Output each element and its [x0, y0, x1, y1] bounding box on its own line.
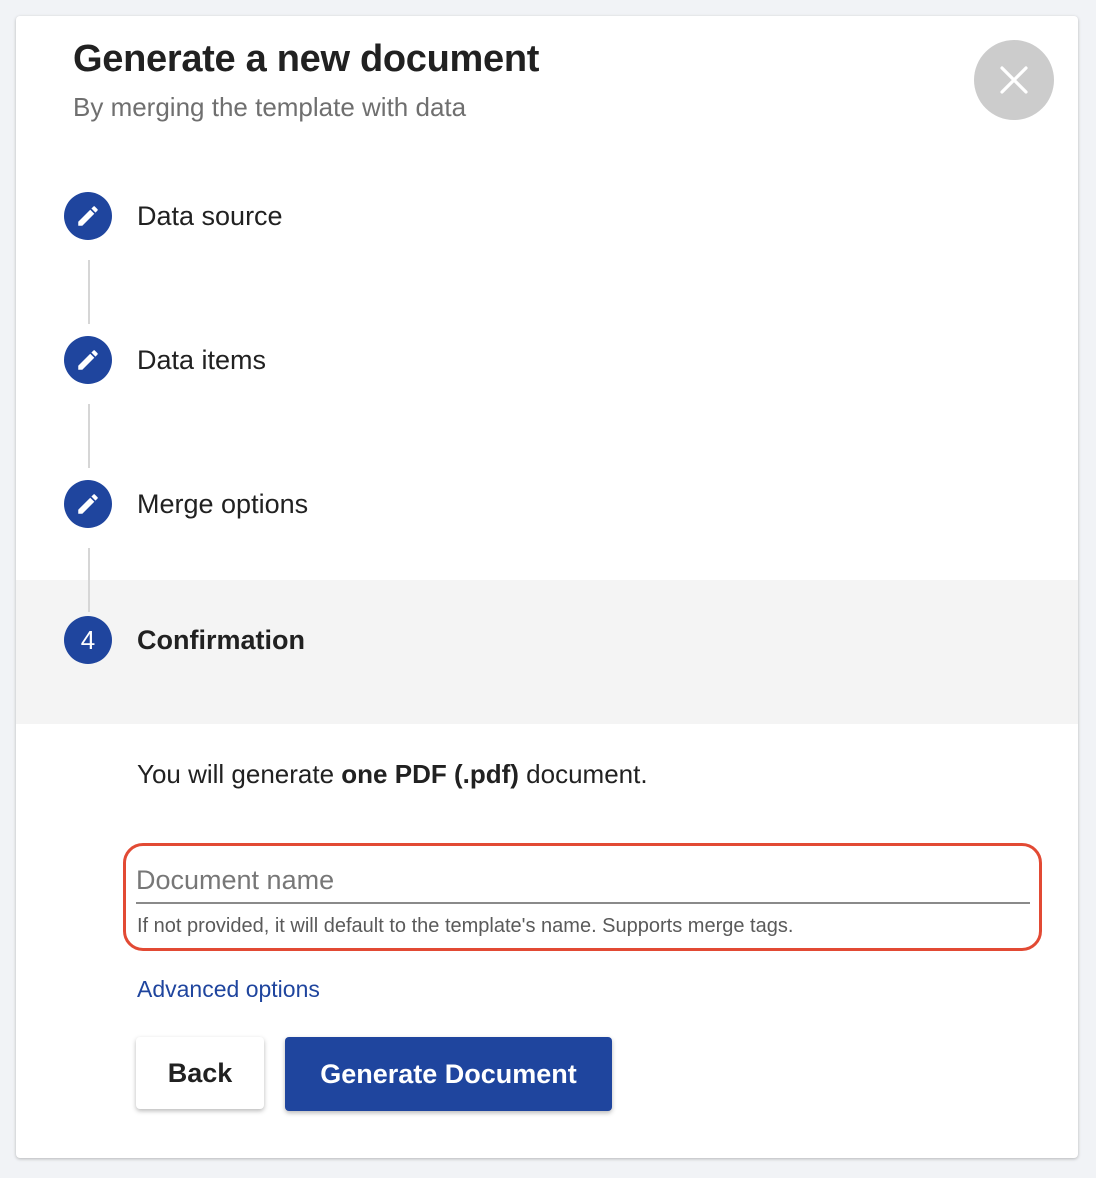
advanced-options-link[interactable]: Advanced options: [137, 976, 320, 1003]
close-icon: [1000, 66, 1028, 94]
document-name-input[interactable]: [136, 858, 1030, 904]
step-number-badge: 4: [64, 616, 112, 664]
pencil-icon: [78, 350, 98, 370]
generate-document-dialog: Generate a new document By merging the t…: [16, 16, 1078, 1158]
generate-document-button[interactable]: Generate Document: [285, 1037, 612, 1111]
step-label: Confirmation: [137, 625, 305, 655]
step-connector: [88, 548, 90, 612]
step-edit-button[interactable]: [64, 336, 112, 384]
step-label: Data items: [137, 345, 267, 375]
step-merge-options[interactable]: Merge options: [16, 444, 1078, 588]
step-label: Data source: [137, 201, 283, 231]
document-name-helper: If not provided, it will default to the …: [137, 915, 794, 937]
step-label: Merge options: [137, 489, 309, 519]
step-edit-button[interactable]: [64, 480, 112, 528]
summary-suffix: document.: [518, 759, 648, 789]
pencil-icon: [78, 494, 98, 514]
confirmation-summary: You will generate one PDF (.pdf) documen…: [137, 758, 648, 790]
step-data-source[interactable]: Data source: [16, 156, 1078, 300]
summary-prefix: You will generate: [137, 759, 342, 789]
step-confirmation: 4 Confirmation: [16, 580, 1078, 724]
dialog-subtitle: By merging the template with data: [73, 92, 467, 122]
pencil-icon: [78, 206, 98, 226]
close-button[interactable]: [974, 40, 1054, 120]
summary-format: one PDF (.pdf): [341, 759, 519, 789]
dialog-title: Generate a new document: [73, 38, 540, 80]
step-data-items[interactable]: Data items: [16, 300, 1078, 444]
back-button[interactable]: Back: [136, 1037, 264, 1109]
step-edit-button[interactable]: [64, 192, 112, 240]
